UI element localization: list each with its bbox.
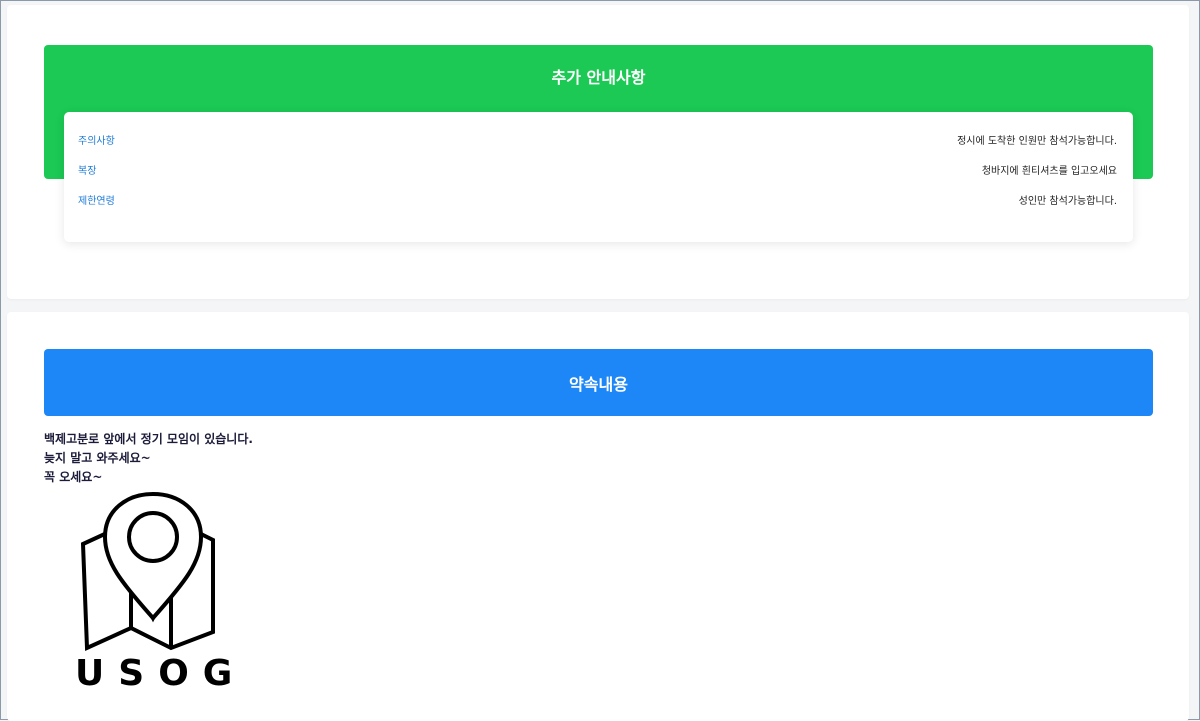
map-pin-icon: JUSOG xyxy=(45,491,232,694)
jusog-logo: JUSOG xyxy=(45,491,232,694)
promise-card: 약속내용 백제고분로 앞에서 정기 모임이 있습니다. 늦지 말고 와주세요~ … xyxy=(7,312,1189,721)
info-row-age-limit: 제한연령 성인만 참석가능합니다. xyxy=(78,192,1117,207)
info-value-caution: 정시에 도착한 인원만 참석가능합니다. xyxy=(957,136,1117,147)
info-key-dress-code: 복장 xyxy=(78,166,97,177)
promise-message: 백제고분로 앞에서 정기 모임이 있습니다. 늦지 말고 와주세요~ 꼭 오세요… xyxy=(44,430,253,487)
message-line: 늦지 말고 와주세요~ xyxy=(44,451,151,465)
logo-text: JUSOG xyxy=(63,653,231,692)
info-key-age-limit: 제한연령 xyxy=(78,196,115,207)
message-line: 백제고분로 앞에서 정기 모임이 있습니다. xyxy=(44,432,253,446)
message-line: 꼭 오세요~ xyxy=(44,470,103,484)
promise-title: 약속내용 xyxy=(569,374,628,394)
info-value-dress-code: 청바지에 흰티셔츠를 입고오세요 xyxy=(981,166,1117,177)
notice-info-box: 주의사항 정시에 도착한 인원만 참석가능합니다. 복장 청바지에 흰티셔츠를 … xyxy=(64,112,1133,242)
notice-card: 추가 안내사항 주의사항 정시에 도착한 인원만 참석가능합니다. 복장 청바지… xyxy=(7,5,1189,299)
promise-banner: 약속내용 xyxy=(44,349,1153,416)
info-row-dress-code: 복장 청바지에 흰티셔츠를 입고오세요 xyxy=(78,162,1117,177)
info-row-caution: 주의사항 정시에 도착한 인원만 참석가능합니다. xyxy=(78,132,1117,147)
info-key-caution: 주의사항 xyxy=(78,136,115,147)
info-value-age-limit: 성인만 참석가능합니다. xyxy=(1018,196,1117,207)
